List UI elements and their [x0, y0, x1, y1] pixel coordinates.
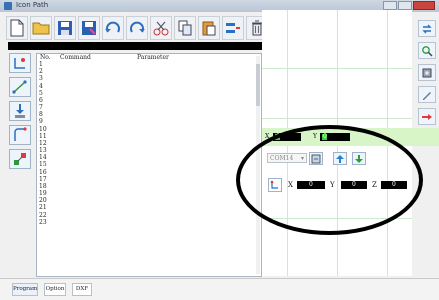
row-number: 22 — [39, 211, 47, 219]
point-command-button[interactable] — [9, 53, 31, 73]
save-button[interactable] — [54, 16, 76, 40]
row-number: 16 — [39, 168, 47, 176]
row-number: 8 — [39, 111, 43, 119]
new-file-button[interactable] — [6, 16, 28, 40]
tab-option[interactable]: Option — [44, 283, 66, 296]
tab-program[interactable]: Program — [12, 283, 38, 296]
scrollbar-thumb[interactable] — [256, 64, 260, 106]
row-number: 13 — [39, 147, 47, 155]
close-button[interactable] — [413, 1, 435, 10]
undo-icon — [105, 21, 120, 33]
pencil-icon — [423, 91, 431, 100]
arc-command-button[interactable] — [9, 125, 31, 145]
paste-icon — [202, 21, 216, 36]
column-header-parameter: Parameter — [137, 54, 169, 61]
row-number: 2 — [39, 68, 43, 76]
clear-view-button[interactable] — [418, 108, 436, 125]
dispense-icon — [15, 104, 25, 118]
insert-line-icon — [226, 23, 240, 33]
app-icon — [4, 2, 12, 10]
row-number: 7 — [39, 104, 43, 112]
program-status-bar — [8, 42, 262, 50]
row-number: 4 — [39, 82, 43, 90]
window-title: Icon Path — [16, 1, 49, 9]
zoom-button[interactable] — [418, 42, 436, 59]
row-number: 17 — [39, 175, 47, 183]
undo-button[interactable] — [102, 16, 124, 40]
pan-icon — [422, 68, 432, 77]
dispense-command-button[interactable] — [9, 101, 31, 121]
row-number: 23 — [39, 218, 47, 226]
scissors-icon — [153, 21, 169, 36]
maximize-button[interactable] — [398, 1, 412, 10]
line-command-button[interactable] — [9, 77, 31, 97]
program-table[interactable]: No. Command Parameter 1 2 3 4 5 6 7 8 9 10 11 12 13 1… — [36, 53, 262, 277]
copy-button[interactable] — [174, 16, 196, 40]
row-number: 20 — [39, 197, 47, 205]
row-number-column: 1 2 3 4 5 6 7 8 9 10 11 12 13 14 15 16 17 18 19 20 21 22 23 — [39, 61, 53, 226]
row-number: 15 — [39, 161, 47, 169]
grid-line — [262, 68, 412, 69]
bottom-tabs: Program Option DXF — [0, 278, 439, 300]
arrow-right-icon — [422, 113, 432, 120]
save-as-icon — [82, 21, 96, 35]
row-number: 19 — [39, 190, 47, 198]
app-window: Icon Path No. Command Parameter 1 2 3 4 … — [0, 0, 439, 300]
insert-line-button[interactable] — [222, 16, 244, 40]
zoom-icon — [422, 45, 433, 57]
row-number: 18 — [39, 182, 47, 190]
cut-button[interactable] — [150, 16, 172, 40]
column-header-no: No. — [40, 54, 51, 61]
copy-icon — [178, 20, 192, 36]
folder-open-icon — [32, 22, 50, 35]
redo-button[interactable] — [126, 16, 148, 40]
move-icon — [14, 153, 26, 165]
column-header-command: Command — [60, 54, 91, 61]
row-number: 5 — [39, 89, 43, 97]
grid-line — [262, 118, 412, 119]
row-number: 10 — [39, 125, 47, 133]
main-toolbar — [6, 16, 268, 42]
row-number: 21 — [39, 204, 47, 212]
save-icon — [58, 21, 72, 35]
row-number: 14 — [39, 154, 47, 162]
point-move-icon — [14, 58, 25, 69]
redo-icon — [130, 21, 145, 33]
minimize-button[interactable] — [383, 1, 397, 10]
move-command-button[interactable] — [9, 149, 31, 169]
new-file-icon — [10, 19, 24, 37]
arc-path-icon — [14, 127, 27, 141]
open-folder-button[interactable] — [30, 16, 52, 40]
row-number: 11 — [39, 132, 47, 140]
pan-button[interactable] — [418, 64, 436, 81]
paste-button[interactable] — [198, 16, 220, 40]
command-palette — [8, 53, 34, 275]
row-number: 3 — [39, 75, 43, 83]
tab-dxf[interactable]: DXF — [72, 283, 92, 296]
window-controls — [383, 1, 435, 10]
annotation-ellipse — [236, 125, 423, 235]
sync-arrows-icon — [422, 24, 432, 33]
draw-path-button[interactable] — [418, 86, 436, 103]
fit-view-button[interactable] — [418, 20, 436, 37]
save-as-button[interactable] — [78, 16, 100, 40]
line-path-icon — [12, 80, 27, 94]
row-number: 1 — [39, 61, 43, 68]
row-number: 12 — [39, 139, 47, 147]
row-number: 9 — [39, 118, 43, 126]
row-number: 6 — [39, 96, 43, 104]
